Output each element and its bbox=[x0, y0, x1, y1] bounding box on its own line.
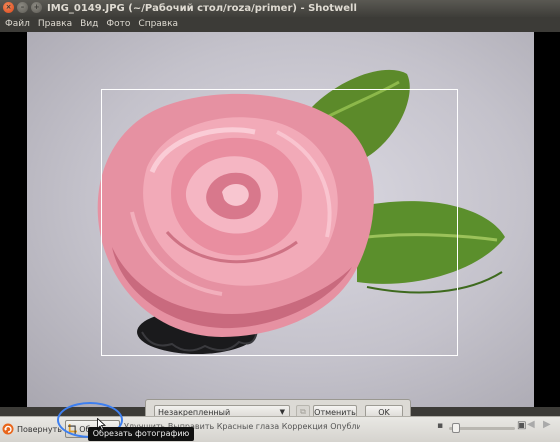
close-window-button[interactable]: × bbox=[3, 2, 14, 13]
rotate-button[interactable]: Повернуть bbox=[2, 422, 62, 436]
photo-canvas[interactable] bbox=[27, 32, 534, 407]
window-titlebar: × – + IMG_0149.JPG (~/Рабочий стол/roza/… bbox=[0, 0, 560, 17]
previous-photo-icon[interactable]: ◀ bbox=[527, 419, 535, 430]
mouse-cursor-icon bbox=[97, 418, 106, 431]
window-title: IMG_0149.JPG (~/Рабочий стол/roza/primer… bbox=[47, 3, 357, 14]
menu-photo[interactable]: Фото bbox=[102, 17, 134, 32]
menu-edit[interactable]: Правка bbox=[34, 17, 76, 32]
rotate-label: Повернуть bbox=[17, 424, 62, 434]
zoom-in-icon[interactable]: ▣ bbox=[517, 420, 526, 431]
menubar: Файл Правка Вид Фото Справка bbox=[0, 17, 560, 32]
zoom-slider[interactable] bbox=[449, 423, 515, 433]
menu-view[interactable]: Вид bbox=[76, 17, 102, 32]
next-photo-icon[interactable]: ▶ bbox=[543, 419, 551, 430]
menu-help[interactable]: Справка bbox=[134, 17, 182, 32]
zoom-out-icon[interactable]: ▪ bbox=[437, 421, 443, 431]
photo-viewer bbox=[0, 32, 560, 407]
rotate-icon bbox=[2, 423, 14, 435]
zoom-slider-handle[interactable] bbox=[451, 423, 460, 433]
maximize-window-button[interactable]: + bbox=[31, 2, 42, 13]
minimize-window-button[interactable]: – bbox=[17, 2, 28, 13]
menu-file[interactable]: Файл bbox=[0, 17, 34, 32]
window-controls: × – + bbox=[3, 2, 42, 13]
crop-rectangle[interactable] bbox=[101, 89, 458, 356]
